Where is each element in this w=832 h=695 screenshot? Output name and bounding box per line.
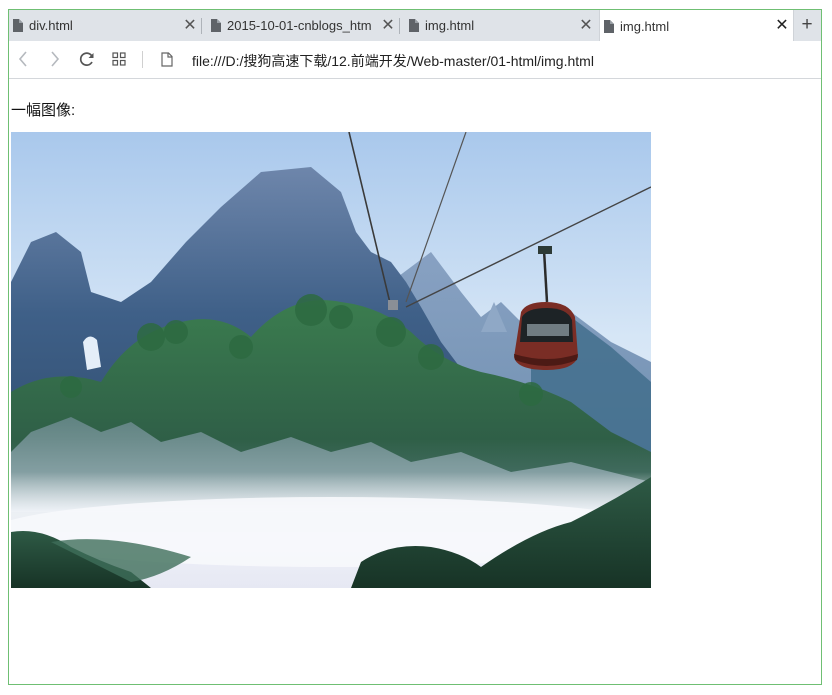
tab-cnblogs[interactable]: 2015-10-01-cnblogs_htm ✕ xyxy=(207,10,400,41)
document-icon xyxy=(409,19,419,32)
image-caption: 一幅图像: xyxy=(11,102,76,119)
arrow-right-icon xyxy=(51,51,60,67)
close-icon[interactable]: ✕ xyxy=(179,17,201,34)
toolbar: file:///D:/搜狗高速下载/12.前端开发/Web-master/01-… xyxy=(9,41,821,79)
close-icon[interactable]: ✕ xyxy=(771,18,793,34)
document-icon xyxy=(13,19,23,32)
document-icon xyxy=(211,19,221,32)
apps-button[interactable] xyxy=(108,49,130,69)
mountain-cable-car-image xyxy=(11,132,651,588)
tab-title: div.html xyxy=(29,18,73,33)
plus-icon: + xyxy=(801,14,813,35)
grid-icon xyxy=(112,52,126,66)
close-icon[interactable]: ✕ xyxy=(575,17,597,34)
tab-img-html-active[interactable]: img.html ✕ xyxy=(599,10,794,42)
arrow-left-icon xyxy=(18,51,27,67)
forward-button[interactable] xyxy=(44,49,66,69)
tab-title: 2015-10-01-cnblogs_htm xyxy=(227,18,372,33)
tab-title: img.html xyxy=(425,18,475,33)
reload-icon xyxy=(79,52,94,66)
tab-strip: div.html ✕ 2015-10-01-cnblogs_htm ✕ img.… xyxy=(9,10,821,42)
new-tab-button[interactable]: + xyxy=(796,13,818,37)
page-content: 一幅图像: xyxy=(9,79,821,684)
back-button[interactable] xyxy=(12,49,34,69)
tab-img-html[interactable]: img.html ✕ xyxy=(405,10,597,41)
tab-div-html[interactable]: div.html ✕ xyxy=(9,10,202,41)
toolbar-divider xyxy=(142,51,143,68)
close-icon[interactable]: ✕ xyxy=(377,17,399,34)
tab-title: img.html xyxy=(620,18,670,34)
document-icon xyxy=(604,19,614,33)
reload-button[interactable] xyxy=(76,49,98,69)
browser-window: div.html ✕ 2015-10-01-cnblogs_htm ✕ img.… xyxy=(8,9,822,685)
document-icon xyxy=(161,52,173,67)
address-bar[interactable]: file:///D:/搜狗高速下载/12.前端开发/Web-master/01-… xyxy=(192,51,594,71)
